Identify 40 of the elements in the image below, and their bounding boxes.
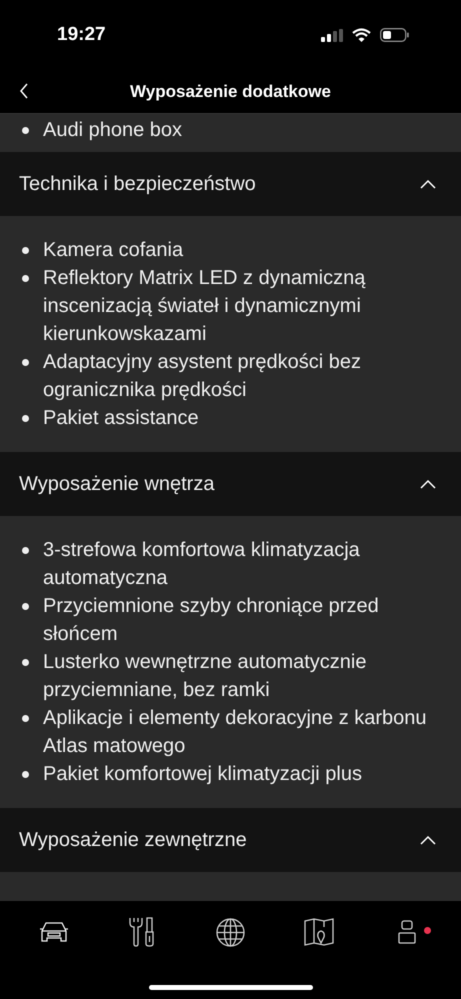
section-title: Wyposażenie wnętrza <box>19 472 214 496</box>
bullet-icon <box>22 715 29 722</box>
section-title: Technika i bezpieczeństwo <box>19 172 256 196</box>
map-icon[interactable] <box>304 918 334 946</box>
signal-icon <box>321 28 343 42</box>
equipment-item: Audi phone box <box>43 118 182 143</box>
equipment-item: Przyciemnione szyby chroniące przed słońcem <box>43 594 380 647</box>
equipment-item: Kamera cofania <box>43 238 184 263</box>
status-time: 19:27 <box>57 24 106 46</box>
back-icon[interactable] <box>19 83 29 99</box>
equipment-item: Aplikacje i elementy dekoracyjne z karbonu Atlas matowego <box>43 706 428 759</box>
globe-icon[interactable] <box>216 918 245 946</box>
bullet-icon <box>22 415 29 422</box>
bullet-icon <box>22 603 29 610</box>
equipment-item: Adaptacyjny asystent prędkości bez ogranicznika prędkości <box>43 350 362 403</box>
section-title: Wyposażenie zewnętrzne <box>19 828 247 852</box>
screen-title: Wyposażenie dodatkowe <box>130 82 331 102</box>
equipment-item: Reflektory Matrix LED z dynamiczną inscenizacją świateł i dynamicznymi kierunkowskazami <box>43 266 366 347</box>
equipment-item: Pakiet komfortowej klimatyzacji plus <box>43 762 362 787</box>
car-icon[interactable] <box>39 921 70 943</box>
wifi-icon <box>352 28 371 42</box>
bullet-icon <box>22 127 29 134</box>
chevron-icon <box>420 480 436 488</box>
section-header[interactable]: Wyposażenie wnętrza <box>0 452 461 516</box>
equipment-item: Pakiet assistance <box>43 406 199 431</box>
bullet-icon <box>22 659 29 666</box>
bullet-icon <box>22 275 29 282</box>
bullet-icon <box>22 547 29 554</box>
section-header[interactable]: Technika i bezpieczeństwo <box>0 152 461 216</box>
section-header[interactable]: Wyposażenie zewnętrzne <box>0 808 461 872</box>
equipment-item: Lusterko wewnętrzne automatycznie przyciemniane, bez ramki <box>43 650 368 703</box>
equipment-item: 3-strefowa komfortowa klimatyzacja automatyczna <box>43 538 361 591</box>
profile-icon[interactable] <box>398 920 416 944</box>
bullet-icon <box>22 771 29 778</box>
battery-icon <box>380 28 409 42</box>
bullet-icon <box>22 247 29 254</box>
chevron-icon <box>420 180 436 188</box>
chevron-icon <box>420 836 436 844</box>
tools-icon[interactable] <box>128 917 156 947</box>
bullet-icon <box>22 359 29 366</box>
